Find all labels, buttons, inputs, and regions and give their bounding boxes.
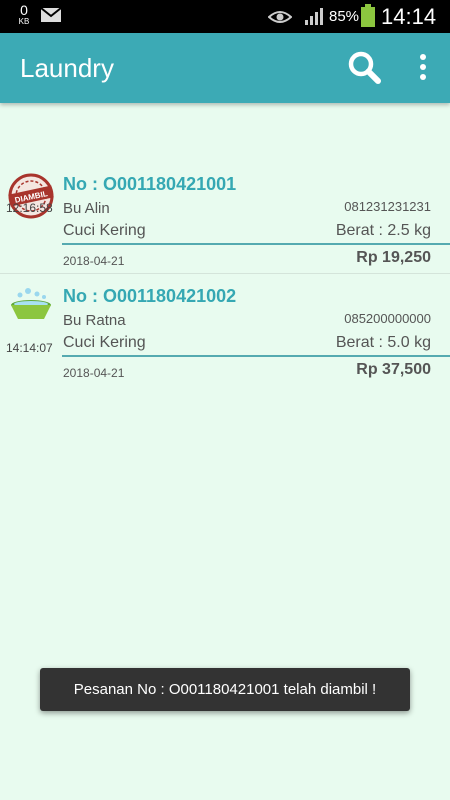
toast-message: Pesanan No : O001180421001 telah diambil… xyxy=(40,668,410,711)
service-type: Cuci Kering xyxy=(63,334,146,351)
customer-phone: 081231231231 xyxy=(344,199,431,214)
search-button[interactable] xyxy=(344,47,386,89)
service-type: Cuci Kering xyxy=(63,222,146,239)
more-vert-icon xyxy=(420,54,426,80)
battery-percent: 85% xyxy=(329,8,360,25)
data-usage-indicator: 0 KB xyxy=(14,3,34,26)
data-unit: KB xyxy=(18,17,30,26)
item-separator xyxy=(0,273,450,274)
divider xyxy=(62,355,450,357)
customer-phone: 085200000000 xyxy=(344,311,431,326)
more-options-button[interactable] xyxy=(408,47,438,89)
eye-icon xyxy=(268,11,292,23)
app-title: Laundry xyxy=(20,53,114,83)
app-bar: Laundry xyxy=(0,33,450,103)
order-number: No : O001180421001 xyxy=(63,174,237,194)
status-bar: 0 KB 85% 14:14 xyxy=(0,0,450,33)
mail-icon xyxy=(40,7,62,22)
order-time: 12:16:58 xyxy=(6,201,53,215)
order-number: No : O001180421002 xyxy=(63,286,237,306)
order-date: 2018-04-21 xyxy=(63,366,125,380)
order-date: 2018-04-21 xyxy=(63,254,125,268)
wash-basin-icon xyxy=(11,288,51,319)
clock: 14:14 xyxy=(381,4,437,29)
order-time: 14:14:07 xyxy=(6,341,53,355)
battery-icon xyxy=(361,4,375,27)
search-icon xyxy=(348,51,381,84)
order-price: Rp 37,500 xyxy=(356,361,431,378)
customer-name: Bu Ratna xyxy=(63,312,126,329)
order-list-item[interactable]: DIAMBIL 12:16:58 No : O001180421001 Bu A… xyxy=(0,163,450,275)
order-price: Rp 19,250 xyxy=(356,249,431,266)
data-counter: 0 xyxy=(20,2,28,18)
order-weight: Berat : 2.5 kg xyxy=(335,222,431,239)
divider xyxy=(62,243,450,245)
signal-icon xyxy=(305,8,323,25)
order-list-item[interactable]: 14:14:07 No : O001180421002 Bu Ratna 085… xyxy=(0,275,450,387)
customer-name: Bu Alin xyxy=(63,200,110,217)
order-weight: Berat : 5.0 kg xyxy=(335,334,431,351)
